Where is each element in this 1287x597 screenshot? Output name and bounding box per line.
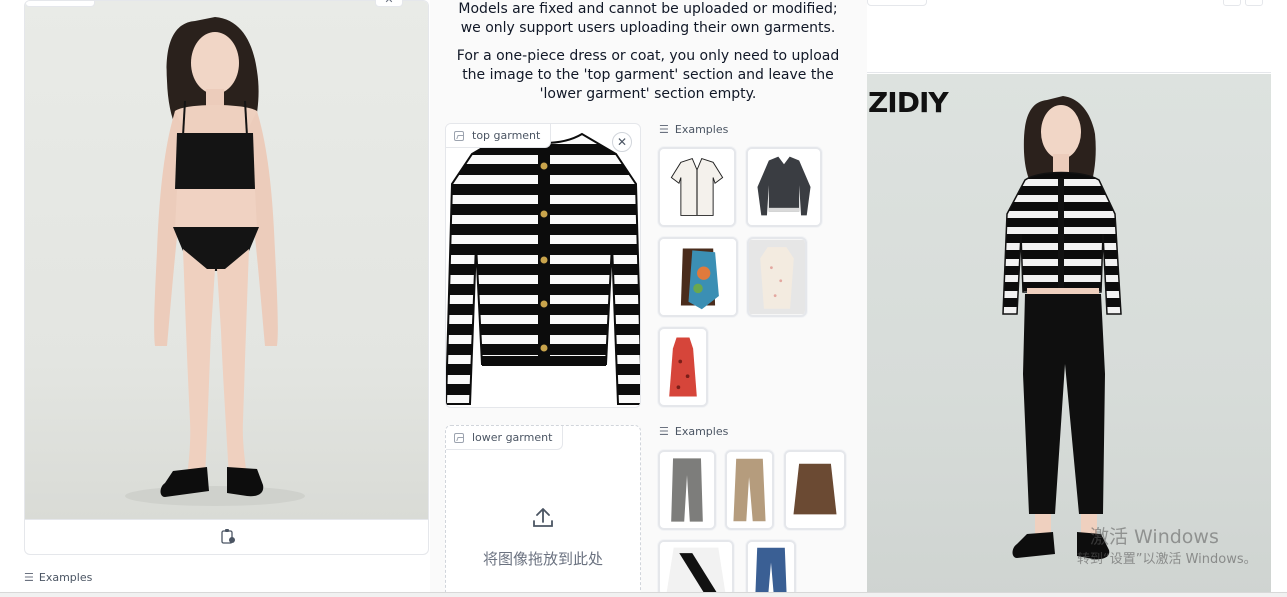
- examples-left: ☰ Examples: [24, 571, 92, 584]
- fullscreen-icon[interactable]: [1245, 0, 1263, 6]
- result-photo: [867, 74, 1271, 597]
- result-tab: [867, 0, 927, 6]
- example-top-5[interactable]: [658, 327, 708, 407]
- top-garment-image: [446, 132, 640, 405]
- examples-lower-label: Examples: [674, 425, 729, 438]
- page-scrollbar[interactable]: [1271, 0, 1287, 597]
- result-actions: [1223, 0, 1263, 6]
- download-icon[interactable]: [1223, 0, 1241, 6]
- close-icon[interactable]: ✕: [375, 0, 403, 7]
- example-lower-2[interactable]: [725, 450, 774, 530]
- upload-dropzone[interactable]: 将图像拖放到此处: [446, 506, 640, 569]
- brand-logo-text: ZIDIY: [868, 86, 949, 119]
- instructions: Models are fixed and cannot be uploaded …: [448, 0, 848, 113]
- top-garment-label-tag: top garment: [446, 124, 552, 148]
- example-top-2[interactable]: [746, 147, 822, 227]
- model-toolbar: [25, 519, 428, 554]
- examples-top-label: Examples: [674, 123, 729, 136]
- examples-left-label: Examples: [38, 571, 93, 584]
- panel-tab: [25, 1, 95, 7]
- note-models-fixed: Models are fixed and cannot be uploaded …: [458, 1, 838, 36]
- list-icon: ☰: [24, 571, 34, 584]
- example-lower-1[interactable]: [658, 450, 716, 530]
- example-lower-3[interactable]: [784, 450, 846, 530]
- example-top-4[interactable]: [747, 237, 807, 317]
- example-lower-4[interactable]: [658, 540, 734, 597]
- app-page: ✕ ☰ Examples Models are fixed and cannot…: [0, 0, 1287, 597]
- examples-lower-header: ☰ Examples: [659, 425, 728, 438]
- note-one-piece: For a one-piece dress or coat, you only …: [456, 48, 840, 102]
- share-icon[interactable]: [220, 528, 236, 548]
- windows-watermark-title: 激活 Windows: [1090, 526, 1219, 548]
- upload-icon: [531, 506, 555, 534]
- image-icon: [454, 130, 464, 141]
- list-icon: ☰: [659, 425, 669, 438]
- lower-garment-label: lower garment: [472, 431, 553, 444]
- model-photo-image: [125, 17, 305, 506]
- top-garment-label: top garment: [472, 129, 541, 142]
- windows-watermark-subtitle: 转到“设置”以激活 Windows。: [1077, 552, 1257, 567]
- image-icon: [454, 432, 464, 443]
- list-icon: ☰: [659, 123, 669, 136]
- lower-garment-label-tag: lower garment: [446, 426, 564, 450]
- upload-text: 将图像拖放到此处: [482, 550, 603, 568]
- model-image-panel: [24, 0, 429, 555]
- lower-garment-upload[interactable]: lower garment 将图像拖放到此处: [445, 425, 641, 597]
- examples-top-header: ☰ Examples: [659, 123, 728, 136]
- result-header: [867, 0, 1271, 73]
- top-garment-upload[interactable]: top garment ✕: [445, 123, 641, 408]
- example-top-3[interactable]: [658, 237, 738, 317]
- model-photo: [25, 1, 428, 519]
- example-top-1[interactable]: [658, 147, 736, 227]
- example-lower-5[interactable]: [746, 540, 796, 597]
- clear-top-garment-button[interactable]: ✕: [612, 132, 632, 152]
- bottom-edge: [0, 592, 1287, 597]
- result-photo-image: [1002, 96, 1122, 560]
